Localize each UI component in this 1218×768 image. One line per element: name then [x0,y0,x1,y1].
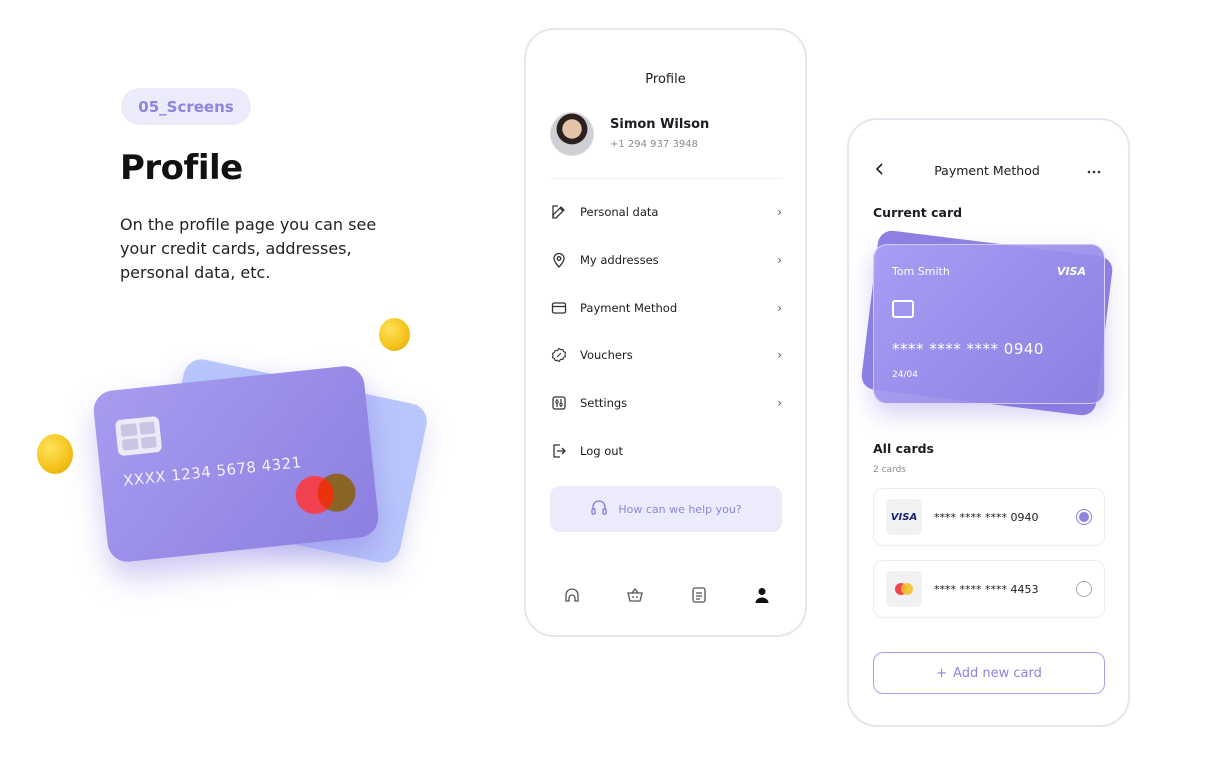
add-card-label: Add new card [953,665,1042,681]
visa-logo-text: VISA [890,511,918,523]
chevron-right-icon: › [777,396,782,410]
mastercard-logo [886,571,922,607]
menu-item-label: Log out [580,444,624,458]
chevron-right-icon: › [777,253,782,267]
card-row-number: **** **** **** 4453 [934,582,1039,596]
page-title: Payment Method [934,163,1040,178]
chevron-right-icon: › [777,301,782,315]
chevron-right-icon: › [777,205,782,219]
menu-item-label: Personal data [580,205,659,219]
add-new-card-button[interactable]: + Add new card [873,652,1105,694]
credit-card-icon [550,299,568,317]
description-line: On the profile page you can see [120,215,377,234]
menu-item-my-addresses[interactable]: My addresses › [550,248,782,272]
visa-logo: VISA [886,499,922,535]
illustration-card-number: XXXX 1234 5678 4321 [122,453,303,490]
edit-icon [550,203,568,221]
help-button[interactable]: How can we help you? [550,486,782,532]
profile-screen: Profile Simon Wilson +1 294 937 3948 Per… [524,28,807,637]
payment-method-screen: Payment Method Current card Tom Smith VI… [847,118,1130,727]
menu-item-personal-data[interactable]: Personal data › [550,200,782,224]
avatar[interactable] [550,112,594,156]
user-name: Simon Wilson [610,117,710,132]
top-bar: Payment Method [873,162,1101,179]
section-description: On the profile page you can see your cre… [120,213,410,285]
front-card-illustration: XXXX 1234 5678 4321 [91,364,381,564]
home-icon[interactable] [562,585,582,605]
page-title: Profile [645,72,686,87]
chevron-right-icon: › [777,348,782,362]
card-brand: VISA [1056,265,1086,278]
current-card[interactable]: Tom Smith VISA **** **** **** 0940 24/04 [873,244,1105,404]
user-phone: +1 294 937 3948 [610,139,698,150]
section-title: Profile [120,148,243,188]
card-number: **** **** **** 0940 [892,340,1044,358]
location-pin-icon [550,251,568,269]
card-chip-icon [114,415,163,457]
bottom-tab-bar [562,585,772,605]
menu-item-label: Vouchers [580,348,633,362]
card-row-visa[interactable]: VISA **** **** **** 0940 [873,488,1105,546]
plus-icon: + [936,665,948,681]
menu-item-label: My addresses [580,253,659,267]
card-expiry: 24/04 [892,370,918,380]
user-icon[interactable] [752,585,772,605]
divider [550,178,782,179]
document-icon[interactable] [689,585,709,605]
menu-item-vouchers[interactable]: Vouchers › [550,343,782,367]
basket-icon[interactable] [625,585,645,605]
card-holder: Tom Smith [892,265,950,278]
help-label: How can we help you? [618,502,742,516]
card-chip-icon [892,300,914,318]
menu-item-settings[interactable]: Settings › [550,391,782,415]
card-row-mastercard[interactable]: **** **** **** 4453 [873,560,1105,618]
card-select-radio[interactable] [1076,581,1092,597]
card-select-radio[interactable] [1076,509,1092,525]
more-icon[interactable] [1087,163,1101,178]
description-line: your credit cards, addresses, [120,239,352,258]
logout-icon [550,442,568,460]
coin-illustration [37,434,73,474]
back-arrow-icon[interactable] [873,162,887,179]
cards-count: 2 cards [873,465,906,475]
settings-icon [550,394,568,412]
menu-item-label: Payment Method [580,301,678,315]
card-row-number: **** **** **** 0940 [934,510,1039,524]
menu-item-log-out[interactable]: Log out [550,439,782,463]
coin-illustration [379,318,410,351]
menu-item-payment-method[interactable]: Payment Method › [550,296,782,320]
menu-item-label: Settings [580,396,628,410]
current-card-heading: Current card [873,205,963,220]
all-cards-heading: All cards [873,441,934,456]
voucher-icon [550,346,568,364]
description-line: personal data, etc. [120,263,271,282]
headset-icon [590,499,608,520]
section-tag: 05_Screens [121,88,251,125]
